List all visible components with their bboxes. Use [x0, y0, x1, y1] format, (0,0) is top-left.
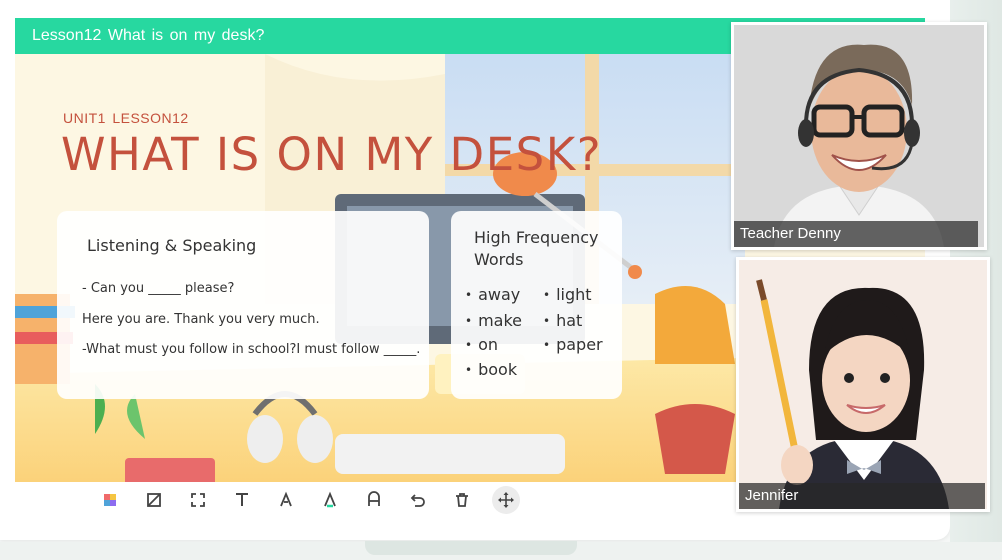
- word-item: • light: [543, 285, 592, 304]
- move-icon[interactable]: [492, 486, 520, 514]
- unit-lesson-label: UNIT1 LESSON12: [63, 110, 189, 126]
- teacher-portrait: [734, 25, 984, 247]
- listening-heading: Listening & Speaking: [87, 236, 257, 255]
- student-video-feed[interactable]: Jennifer: [736, 257, 990, 512]
- word-item: • book: [465, 360, 518, 379]
- color-palette-icon[interactable]: [96, 486, 124, 514]
- text-icon[interactable]: [228, 486, 256, 514]
- words-heading-line2: Words: [474, 250, 524, 269]
- teacher-name-tag: Teacher Denny: [734, 221, 978, 247]
- select-icon[interactable]: [184, 486, 212, 514]
- student-name-tag: Jennifer: [739, 483, 985, 509]
- delete-icon[interactable]: [448, 486, 476, 514]
- word-item: • paper: [543, 335, 603, 354]
- words-heading-line1: High Frequency: [474, 228, 599, 247]
- word-item: • hat: [543, 311, 583, 330]
- slide-main-title: WHAT IS ON MY DESK?: [61, 128, 603, 181]
- listen-line: Here you are. Thank you very much.: [82, 312, 320, 327]
- student-portrait: [739, 260, 987, 509]
- high-frequency-words-card: High Frequency Words • away • make • on • bo…: [451, 211, 622, 399]
- words-heading: High Frequency Words: [474, 227, 614, 271]
- word-item: • make: [465, 311, 523, 330]
- listen-line: -What must you follow in school?I must f…: [82, 342, 421, 357]
- undo-icon[interactable]: [404, 486, 432, 514]
- listening-speaking-card: Listening & Speaking - Can you _____ ple…: [57, 211, 429, 399]
- teacher-video-feed[interactable]: Teacher Denny: [731, 22, 987, 250]
- word-item: • on: [465, 335, 499, 354]
- eraser-icon[interactable]: [360, 486, 388, 514]
- listen-line: - Can you _____ please?: [82, 281, 235, 296]
- pen-icon[interactable]: [272, 486, 300, 514]
- bottom-pill-decoration: [365, 541, 577, 555]
- crop-icon[interactable]: [140, 486, 168, 514]
- word-item: • away: [465, 285, 521, 304]
- highlighter-icon[interactable]: [316, 486, 344, 514]
